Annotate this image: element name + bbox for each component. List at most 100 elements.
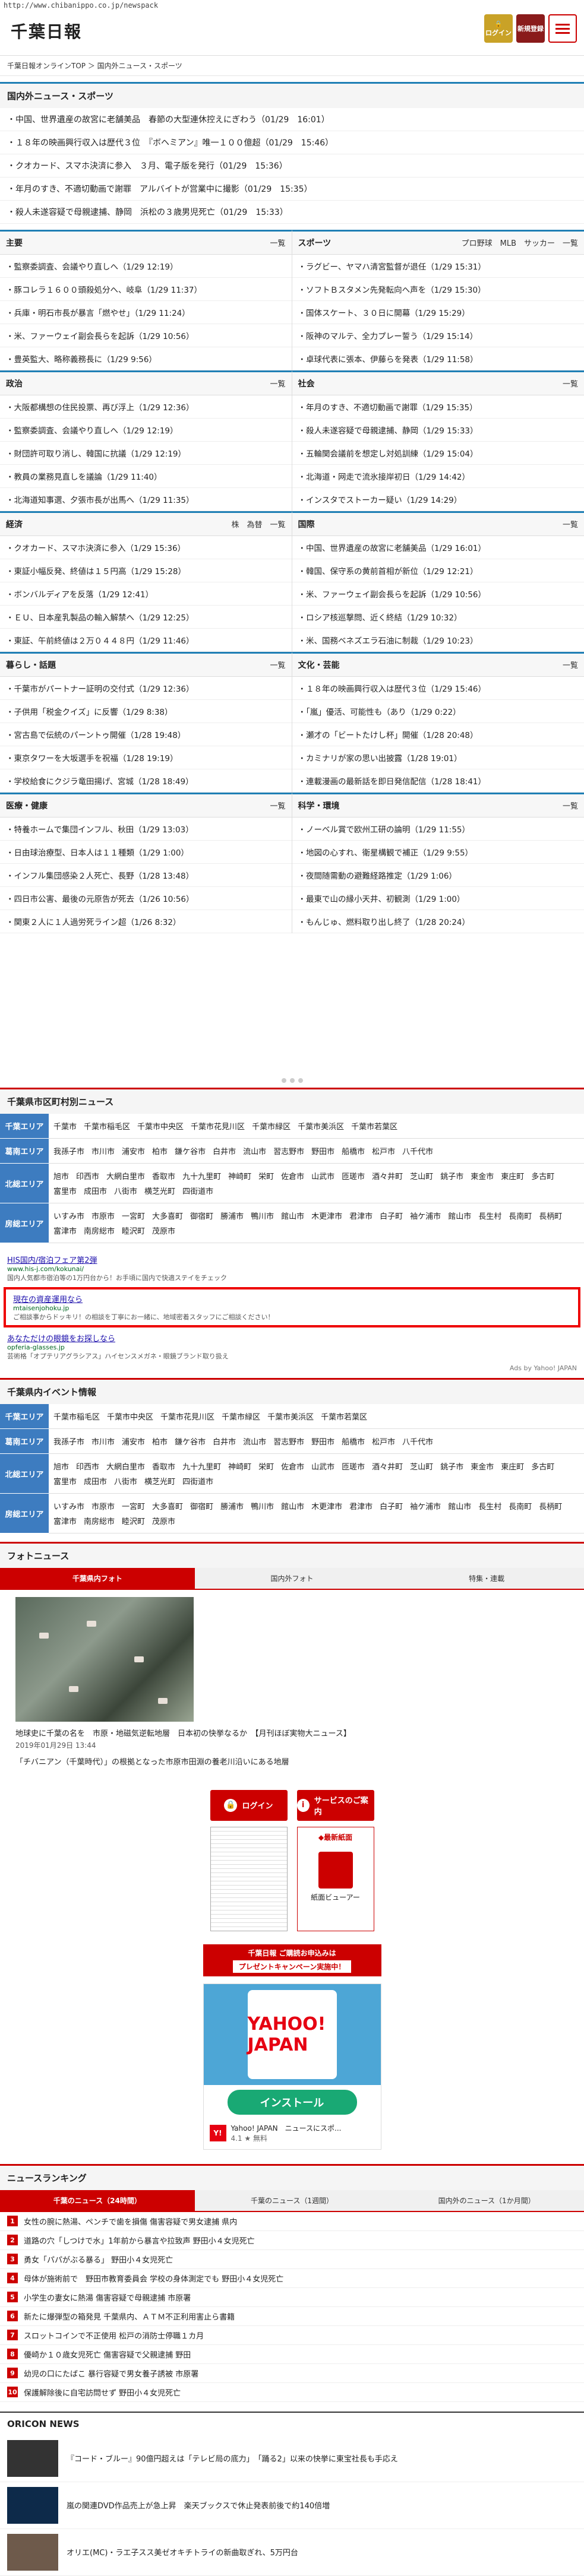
sponsored-link[interactable]: HIS国内/宿泊フェア第2弾www.his-j.com/kokunai/国内人気… [0, 1250, 584, 1286]
city-link[interactable]: 四街道市 [182, 1475, 213, 1487]
sponsored-title[interactable]: HIS国内/宿泊フェア第2弾 [7, 1256, 97, 1265]
city-link[interactable]: 多古町 [531, 1460, 554, 1472]
city-link[interactable]: 千葉市花見川区 [160, 1411, 214, 1422]
news-item[interactable]: ・子供用「税金クイズ」に反響（1/29 8:38） [0, 700, 292, 723]
city-link[interactable]: 多古町 [531, 1170, 554, 1181]
category-more-link[interactable]: 一覧 [270, 659, 285, 671]
city-link[interactable]: 芝山町 [410, 1170, 433, 1181]
city-link[interactable]: 南房総市 [84, 1225, 115, 1236]
news-item[interactable]: ・ボンバルディアを反落（1/29 12:41） [0, 582, 292, 606]
city-link[interactable]: 館山市 [281, 1210, 304, 1221]
city-link[interactable]: 白井市 [213, 1145, 236, 1156]
ranking-item[interactable]: 3勇女「パパがぶる暴る」 野田小４女児死亡 [0, 2250, 584, 2269]
news-item[interactable]: ・年月のすき、不適切動画で謝罪（1/29 15:35） [292, 395, 584, 419]
city-link[interactable]: 印西市 [76, 1170, 99, 1181]
oricon-item[interactable]: オリエ(MC)・ラエ子スス美ゼオキチトライの新曲取ぎれ、5万円台 [0, 2529, 584, 2576]
site-logo[interactable]: 千葉日報 [11, 19, 82, 43]
city-link[interactable]: 九十九里町 [182, 1460, 221, 1472]
city-link[interactable]: 大多喜町 [152, 1500, 183, 1512]
city-link[interactable]: 一宮町 [122, 1210, 145, 1221]
city-link[interactable]: 茂原市 [152, 1515, 175, 1526]
city-link[interactable]: 八街市 [114, 1475, 137, 1487]
city-link[interactable]: 銚子市 [440, 1170, 463, 1181]
ranking-item[interactable]: 1女性の腕に熱湯、ペンチで歯を損傷 傷害容疑で男女逮捕 県内 [0, 2212, 584, 2231]
city-link[interactable]: 旭市 [53, 1460, 69, 1472]
city-link[interactable]: 栄町 [258, 1170, 274, 1181]
address-bar[interactable]: http://www.chibanippo.co.jp/newspack [0, 0, 584, 11]
ranking-item[interactable]: 4母体が施術前で 野田市教育委員会 学校の身体測定でも 野田小４女児死亡 [0, 2269, 584, 2288]
news-item[interactable]: ・卓球代表に張本、伊藤らを発表（1/29 11:58） [292, 347, 584, 370]
news-item[interactable]: ・大阪都構想の住民投票、再び浮上（1/29 12:36） [0, 395, 292, 419]
city-link[interactable]: 市原市 [91, 1500, 115, 1512]
city-link[interactable]: 南房総市 [84, 1515, 115, 1526]
city-link[interactable]: 千葉市稲毛区 [84, 1120, 130, 1132]
city-link[interactable]: 勝浦市 [220, 1210, 244, 1221]
news-item[interactable]: ・中国、世界遺産の故宮に老舗美品（1/29 16:01） [292, 536, 584, 559]
city-link[interactable]: 千葉市中央区 [137, 1120, 184, 1132]
news-item[interactable]: ・ラグビー、ヤマハ清宮監督が退任（1/29 15:31） [292, 255, 584, 278]
city-link[interactable]: 鎌ケ谷市 [175, 1145, 206, 1156]
city-link[interactable]: 御宿町 [190, 1500, 213, 1512]
city-link[interactable]: 千葉市若葉区 [321, 1411, 367, 1422]
category-title[interactable]: 文化・芸能 [298, 659, 340, 671]
city-link[interactable]: 長生村 [478, 1500, 501, 1512]
ranking-item[interactable]: 9幼児の口にたばこ 暴行容疑で男女養子誘被 市原署 [0, 2364, 584, 2383]
yahoo-app-ad[interactable]: YAHOO! JAPAN インストール Y! Yahoo! JAPAN ニュース… [203, 1984, 381, 2150]
news-item[interactable]: ・米、ファーウェイ副会長らを起訴（1/29 10:56） [292, 582, 584, 606]
city-link[interactable]: 長柄町 [539, 1500, 562, 1512]
category-title[interactable]: 主要 [6, 237, 23, 249]
city-link[interactable]: 流山市 [243, 1145, 266, 1156]
city-link[interactable]: 野田市 [311, 1145, 334, 1156]
city-link[interactable]: 八千代市 [402, 1436, 433, 1447]
news-item[interactable]: ・千葉市がパートナー証明の交付式（1/29 12:36） [0, 677, 292, 700]
city-link[interactable]: 旭市 [53, 1170, 69, 1181]
news-item[interactable]: ・監察委調査、会議やり直しへ（1/29 12:19） [0, 255, 292, 278]
news-item[interactable]: ・宮古島で伝統のパーントゥ開催（1/28 19:48） [0, 723, 292, 746]
city-link[interactable]: 浦安市 [122, 1436, 145, 1447]
city-link[interactable]: 銚子市 [440, 1460, 463, 1472]
city-link[interactable]: 君津市 [349, 1210, 373, 1221]
tab-feature[interactable]: 特集・連載 [389, 1568, 584, 1590]
city-link[interactable]: 睦沢町 [122, 1515, 145, 1526]
city-link[interactable]: 長南町 [509, 1500, 532, 1512]
city-link[interactable]: 鴨川市 [251, 1500, 274, 1512]
category-more-link[interactable]: プロ野球 MLB サッカー 一覧 [462, 237, 578, 249]
city-link[interactable]: 白子町 [380, 1500, 403, 1512]
ranking-item[interactable]: 6新たに爆弾型の箱発見 千葉県内、ＡＴＭ不正利用害止ら書籍 [0, 2307, 584, 2326]
city-link[interactable]: 酒々井町 [372, 1170, 403, 1181]
city-link[interactable]: 神崎町 [228, 1170, 251, 1181]
city-link[interactable]: 千葉市美浜区 [298, 1120, 344, 1132]
news-photo[interactable] [15, 1597, 194, 1722]
side-login-button[interactable]: 🔒ログイン [210, 1790, 288, 1821]
city-link[interactable]: 山武市 [311, 1460, 334, 1472]
news-item[interactable]: ・夜間随需動の避難経路推定（1/29 1:06） [292, 864, 584, 887]
tab-ranking-24h[interactable]: 千葉のニュース（24時間） [0, 2190, 195, 2212]
city-link[interactable]: 富里市 [53, 1475, 77, 1487]
category-more-link[interactable]: 株 為替 一覧 [231, 518, 285, 530]
oricon-item[interactable]: 嵐の関連DVD作品売上が急上昇 楽天ブックスで休止発表前後で約140倍増 [0, 2482, 584, 2529]
city-link[interactable]: 成田市 [84, 1185, 107, 1196]
city-link[interactable]: いすみ市 [53, 1210, 84, 1221]
tab-chiba-photo[interactable]: 千葉県内フォト [0, 1568, 195, 1590]
sponsored-title[interactable]: 現在の資産運用なら [13, 1295, 83, 1304]
news-item[interactable]: ・もんじゅ、燃料取り出し終了（1/28 20:24） [292, 910, 584, 933]
city-link[interactable]: 長柄町 [539, 1210, 562, 1221]
city-link[interactable]: 千葉市稲毛区 [53, 1411, 100, 1422]
news-item[interactable]: ・連載漫画の最新話を即日発信配信（1/28 18:41） [292, 769, 584, 793]
news-item[interactable]: ・学校給食にクジラ竜田揚げ、宮城（1/28 18:49） [0, 769, 292, 793]
category-more-link[interactable]: 一覧 [563, 659, 578, 671]
category-more-link[interactable]: 一覧 [563, 378, 578, 389]
photo-caption[interactable]: 地球史に千葉の名を 市原・地磁気逆転地層 日本初の快挙なるか 【月刊ほぼ実物大ニ… [15, 1729, 569, 1740]
news-item[interactable]: ・五輪関会議前を想定し対処訓練（1/29 15:04） [292, 442, 584, 465]
city-link[interactable]: 松戸市 [372, 1436, 395, 1447]
city-link[interactable]: 大多喜町 [152, 1210, 183, 1221]
city-link[interactable]: 君津市 [349, 1500, 373, 1512]
category-title[interactable]: スポーツ [298, 237, 332, 249]
city-link[interactable]: 九十九里町 [182, 1170, 221, 1181]
city-link[interactable]: 船橋市 [342, 1436, 365, 1447]
news-item[interactable]: ・瀬才の「ビートたけし杯」開催（1/28 20:48） [292, 723, 584, 746]
city-link[interactable]: 香取市 [152, 1460, 175, 1472]
city-link[interactable]: 館山市 [448, 1500, 471, 1512]
city-link[interactable]: 東金市 [471, 1460, 494, 1472]
city-link[interactable]: 我孫子市 [53, 1436, 84, 1447]
